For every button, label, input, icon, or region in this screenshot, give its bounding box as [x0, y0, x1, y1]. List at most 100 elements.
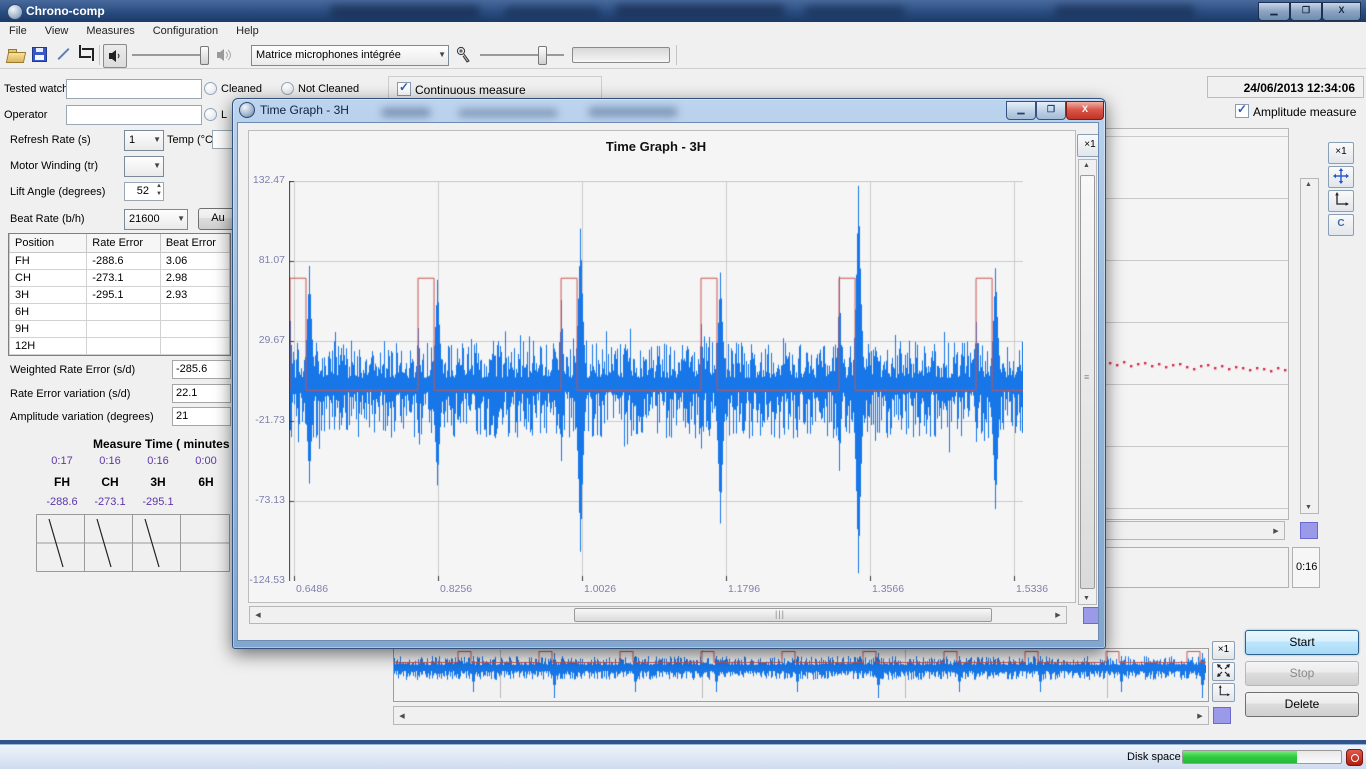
table-cell: 2.98 [160, 270, 229, 287]
table-header-position[interactable]: Position [10, 234, 87, 253]
amp-c-button[interactable]: C [1328, 214, 1354, 236]
motor-winding-select[interactable]: ▼ [124, 156, 164, 177]
amplitude-measure-checkbox[interactable]: ✓ [1235, 104, 1249, 118]
motor-winding-label: Motor Winding (tr) [10, 160, 98, 172]
beat-rate-select[interactable]: 21600 ▼ [124, 209, 188, 230]
x-tick-label: 0.6486 [296, 583, 328, 595]
table-header-rate-error[interactable]: Rate Error [87, 234, 161, 253]
record-icon[interactable] [1346, 749, 1363, 766]
save-icon[interactable] [30, 44, 50, 64]
table-row[interactable]: FH-288.63.06 [10, 253, 230, 270]
speaker-button[interactable] [103, 44, 127, 68]
toolbar-separator [676, 45, 677, 65]
amplitude-vscrollbar[interactable]: ▲ ▼ [1300, 178, 1319, 514]
amplitude-corner-button[interactable] [1300, 522, 1318, 539]
scroll-up-icon[interactable]: ▲ [1079, 162, 1094, 169]
table-row[interactable]: 12H [10, 338, 230, 355]
amp-zoom1-button[interactable]: ×1 [1328, 142, 1354, 164]
strip-corner-button[interactable] [1213, 707, 1231, 724]
close-button[interactable]: X [1066, 101, 1104, 120]
table-cell: 9H [10, 321, 87, 338]
menu-help[interactable]: Help [227, 22, 268, 37]
time-graph-window[interactable]: Time Graph - 3H ▁ ❒ X Time Graph - 3H ×1… [232, 98, 1106, 649]
pencil-icon[interactable] [54, 44, 74, 64]
volume-slider-thumb[interactable] [200, 46, 209, 65]
strip-hscrollbar[interactable]: ◀ ▶ [393, 706, 1209, 725]
crop-icon[interactable] [76, 44, 96, 64]
y-tick-label: -124.53 [240, 574, 285, 586]
microphone-icon[interactable] [455, 46, 473, 64]
strip-axes-button[interactable] [1212, 683, 1235, 702]
refresh-rate-label: Refresh Rate (s) [10, 134, 91, 146]
graph-corner-button[interactable] [1083, 607, 1099, 624]
floppy-shutter [36, 48, 43, 52]
amp-pan-button[interactable] [1328, 166, 1354, 188]
delete-button[interactable]: Delete [1245, 692, 1359, 717]
y-tick-label: -73.13 [240, 494, 285, 506]
vscroll-thumb[interactable]: ≡ [1080, 175, 1095, 589]
strip-expand-button[interactable] [1212, 662, 1235, 681]
minimize-button[interactable]: ▁ [1258, 2, 1290, 21]
scroll-right-icon[interactable]: ▶ [1053, 611, 1063, 619]
time-graph-canvas[interactable] [289, 181, 1023, 581]
minimize-button[interactable]: ▁ [1006, 101, 1036, 120]
scroll-right-icon[interactable]: ▶ [1195, 712, 1205, 720]
continuous-measure-checkbox[interactable]: ✓ [397, 82, 411, 96]
table-cell: 6H [10, 304, 87, 321]
scroll-right-icon[interactable]: ▶ [1271, 527, 1281, 535]
volume-slider-track[interactable] [132, 54, 204, 56]
spinner-down-icon[interactable]: ▼ [156, 191, 162, 197]
graph-hscrollbar[interactable]: ◀ ▶ ||| [249, 606, 1067, 624]
start-button[interactable]: Start [1245, 630, 1359, 655]
disk-space-label: Disk space [1127, 751, 1181, 763]
lubricated-radio[interactable] [204, 108, 217, 121]
scroll-down-icon[interactable]: ▼ [1079, 595, 1094, 602]
chevron-down-icon: ▼ [153, 135, 161, 144]
lift-angle-value: 52 [137, 185, 149, 197]
not-cleaned-radio[interactable] [281, 82, 294, 95]
amp-axes-button[interactable] [1328, 190, 1354, 212]
x-tick-label: 1.1796 [728, 583, 760, 595]
restore-button[interactable]: ❒ [1290, 2, 1322, 21]
time-graph-titlebar[interactable]: Time Graph - 3H ▁ ❒ X [233, 99, 1105, 122]
mic-gain-slider-thumb[interactable] [538, 46, 547, 65]
menu-view[interactable]: View [36, 22, 78, 37]
graph-vscrollbar[interactable]: ▲ ▼ ≡ [1078, 159, 1097, 605]
blurred-text [805, 6, 905, 16]
cleaned-radio[interactable] [204, 82, 217, 95]
menu-measures[interactable]: Measures [77, 22, 143, 37]
stop-button[interactable]: Stop [1245, 661, 1359, 686]
disk-progress [1182, 750, 1342, 764]
speaker-icon [108, 49, 122, 63]
strip-zoom1-button[interactable]: ×1 [1212, 641, 1235, 660]
mini-time-box: 0:16 [1292, 547, 1320, 588]
hscroll-thumb[interactable]: ||| [574, 608, 992, 622]
microphone-select[interactable]: Matrice microphones intégrée ▼ [251, 45, 449, 66]
y-tick-label: 81.07 [240, 254, 285, 266]
scroll-left-icon[interactable]: ◀ [253, 611, 263, 619]
table-row[interactable]: CH-273.12.98 [10, 270, 230, 287]
open-icon[interactable] [6, 44, 26, 64]
menu-file[interactable]: File [0, 22, 36, 37]
restore-button[interactable]: ❒ [1036, 101, 1066, 120]
scroll-down-icon[interactable]: ▼ [1301, 504, 1316, 511]
scroll-left-icon[interactable]: ◀ [397, 712, 407, 720]
table-row[interactable]: 6H [10, 304, 230, 321]
scroll-up-icon[interactable]: ▲ [1301, 181, 1316, 188]
table-row[interactable]: 3H-295.12.93 [10, 287, 230, 304]
operator-input[interactable] [66, 105, 202, 125]
expand-icon [1217, 664, 1230, 677]
close-button[interactable]: X [1322, 2, 1361, 21]
position-table[interactable]: PositionRate ErrorBeat ErrorFH-288.63.06… [8, 233, 231, 356]
mic-gain-slider-track[interactable] [480, 54, 564, 56]
menu-configuration[interactable]: Configuration [144, 22, 227, 37]
refresh-rate-select[interactable]: 1 ▼ [124, 130, 164, 151]
tested-watch-input[interactable] [66, 79, 202, 99]
graph-zoom1-button[interactable]: ×1 [1077, 134, 1099, 157]
folder-body [6, 52, 26, 63]
table-row[interactable]: 9H [10, 321, 230, 338]
table-header-beat-error[interactable]: Beat Error [160, 234, 229, 253]
lift-angle-spinner[interactable]: 52 ▲ ▼ [124, 182, 164, 201]
measure-time: 0:16 [134, 455, 182, 467]
spinner-up-icon[interactable]: ▲ [156, 183, 162, 189]
